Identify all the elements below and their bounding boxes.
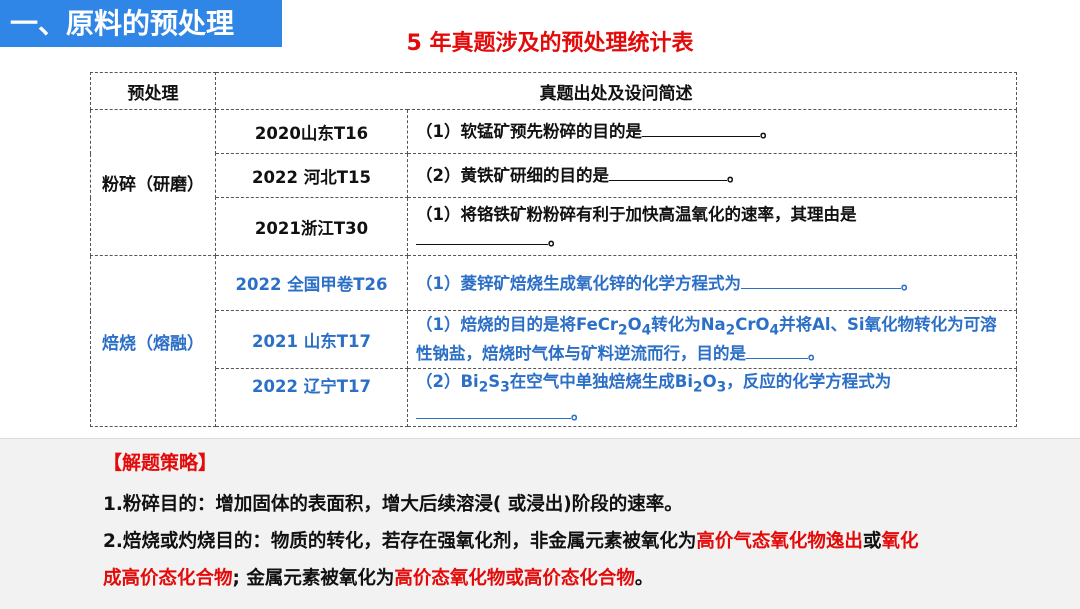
table-row: 2021浙江T30 （1）将铬铁矿粉粉碎有利于加快高温氧化的速率，其理由是。 bbox=[91, 197, 1017, 256]
description-cell: （1）将铬铁矿粉粉碎有利于加快高温氧化的速率，其理由是。 bbox=[407, 197, 1017, 256]
description-cell: （1）软锰矿预先粉碎的目的是。 bbox=[407, 109, 1017, 154]
strategy-line-3: 成高价态化合物; 金属元素被氧化为高价态氧化物或高价态化合物。 bbox=[103, 568, 654, 589]
description-cell: （1）菱锌矿焙烧生成氧化锌的化学方程式为。 bbox=[407, 255, 1017, 311]
col-header-source-description: 真题出处及设问简述 bbox=[215, 72, 1017, 110]
table-title: 5 年真题涉及的预处理统计表 bbox=[406, 31, 694, 56]
source-cell: 2022 全国甲卷T26 bbox=[215, 255, 408, 311]
source-cell: 2022 河北T15 bbox=[215, 153, 408, 198]
source-cell: 2021浙江T30 bbox=[215, 197, 408, 256]
table-row: 焙烧（熔融） 2022 全国甲卷T26 （1）菱锌矿焙烧生成氧化锌的化学方程式为… bbox=[90, 255, 1017, 427]
source-cell: 2020山东T16 bbox=[215, 109, 408, 154]
table-row: 2022 辽宁T17 （2）Bi2S3在空气中单独焙烧生成Bi2O3，反应的化学… bbox=[91, 368, 1017, 427]
col-header-pretreatment: 预处理 bbox=[90, 72, 216, 110]
category-cell: 粉碎（研磨） bbox=[90, 109, 216, 256]
category-cell: 焙烧（熔融） bbox=[90, 255, 216, 427]
description-cell: （2）Bi2S3在空气中单独焙烧生成Bi2O3，反应的化学方程式为。 bbox=[407, 368, 1017, 427]
description-cell: （1）焙烧的目的是将FeCr2O4转化为Na2CrO4并将Al、Si氧化物转化为… bbox=[407, 310, 1017, 369]
table-row: 2021 山东T17 （1）焙烧的目的是将FeCr2O4转化为Na2CrO4并将… bbox=[91, 310, 1017, 369]
table-row: 粉碎（研磨） 2020山东T16 （1）软锰矿预先粉碎的目的是。 bbox=[90, 109, 1017, 256]
strategy-title: 【解题策略】 bbox=[103, 452, 218, 474]
pretreatment-stats-table: 预处理 真题出处及设问简述 粉碎（研磨） 2020山东T16 （1）软锰矿预先粉… bbox=[90, 72, 1017, 427]
strategy-line-1: 1.粉碎目的：增加固体的表面积，增大后续溶浸( 或浸出)阶段的速率。 bbox=[103, 494, 683, 515]
table-row: 2022 河北T15 （2）黄铁矿研细的目的是。 bbox=[91, 153, 1017, 198]
strategy-line-2: 2.焙烧或灼烧目的：物质的转化，若存在强氧化剂，非金属元素被氧化为高价气态氧化物… bbox=[103, 531, 919, 552]
table-header-row: 预处理 真题出处及设问简述 bbox=[90, 72, 1017, 110]
source-cell: 2021 山东T17 bbox=[215, 310, 408, 369]
description-cell: （2）黄铁矿研细的目的是。 bbox=[407, 153, 1017, 198]
source-cell: 2022 辽宁T17 bbox=[215, 368, 408, 427]
